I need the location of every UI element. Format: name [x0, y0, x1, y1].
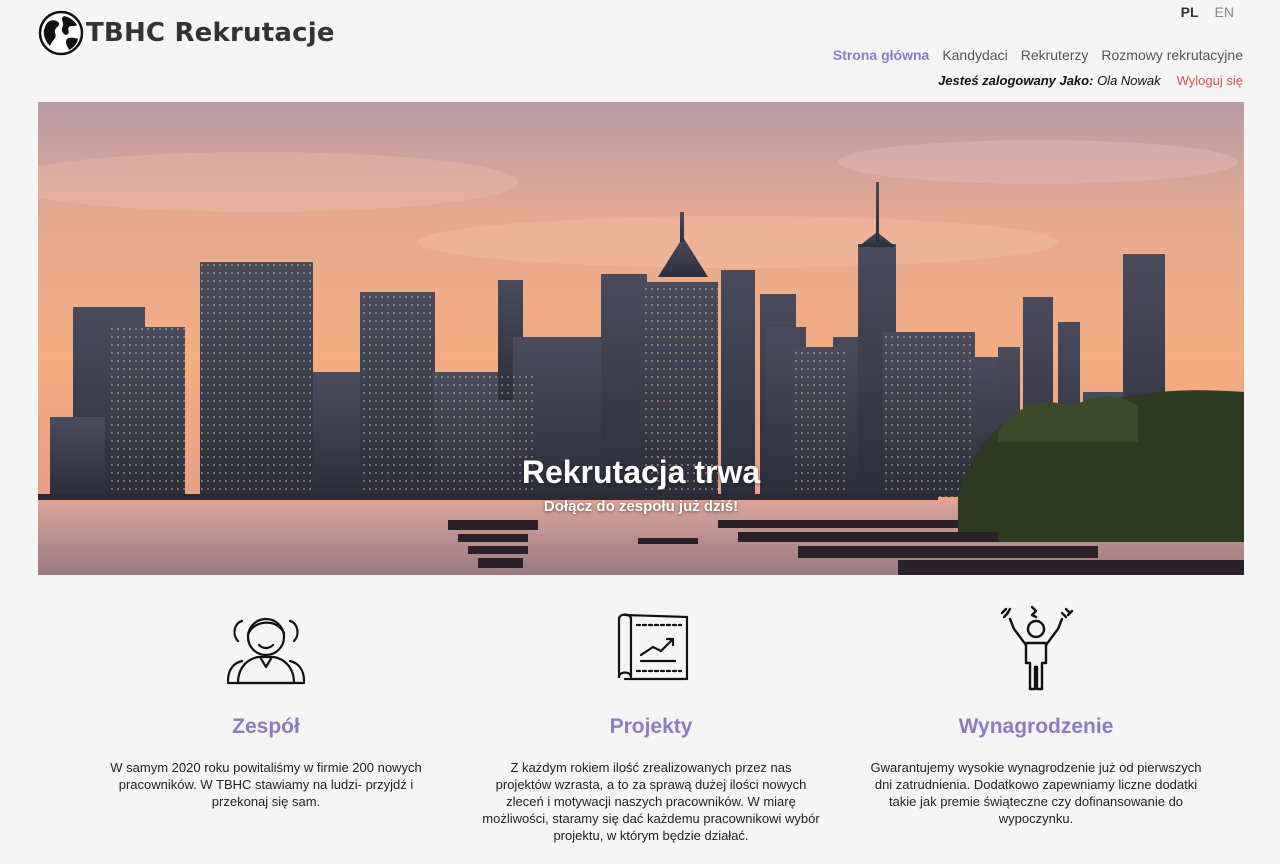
feature-projects-text: Z każdym rokiem ilość zrealizowanych prz…	[482, 760, 820, 843]
nav-recruiters[interactable]: Rekruterzy	[1021, 47, 1089, 63]
brand-name: TBHC Rekrutacje	[86, 18, 335, 48]
logged-in-prefix: Jesteś zalogowany Jako:	[938, 73, 1094, 88]
nav-interviews[interactable]: Rozmowy rekrutacyjne	[1101, 47, 1243, 63]
brand-logo[interactable]: TBHC Rekrutacje	[38, 10, 335, 56]
feature-projects: Projekty Z każdym rokiem ilość zrealizow…	[471, 605, 831, 844]
lang-pl[interactable]: PL	[1181, 4, 1199, 20]
globe-icon	[38, 10, 84, 56]
nav-candidates[interactable]: Kandydaci	[942, 47, 1007, 63]
feature-salary-title: Wynagrodzenie	[958, 715, 1114, 738]
projects-chart-icon	[617, 613, 689, 681]
feature-team: Zespół W samym 2020 roku powitaliśmy w f…	[86, 605, 446, 810]
language-switcher: PL EN	[1181, 4, 1234, 20]
feature-team-title: Zespół	[232, 715, 300, 738]
user-bar: Jesteś zalogowany Jako: Ola Nowak Wylogu…	[938, 73, 1243, 88]
feature-salary-text: Gwarantujemy wysokie wynagrodzenie już o…	[870, 760, 1202, 826]
team-icon	[226, 617, 306, 685]
nav-home[interactable]: Strona główna	[833, 47, 929, 63]
hero-banner: Rekrutacja trwa Dołącz do zespołu już dz…	[38, 102, 1244, 575]
feature-salary: Wynagrodzenie Gwarantujemy wysokie wynag…	[856, 605, 1216, 827]
happy-person-icon	[1000, 605, 1074, 691]
hero-subtitle: Dołącz do zespołu już dziś!	[543, 498, 739, 515]
feature-team-text: W samym 2020 roku powitaliśmy w firmie 2…	[110, 760, 422, 809]
main-nav: Strona główna Kandydaci Rekruterzy Rozmo…	[833, 47, 1243, 63]
lang-en[interactable]: EN	[1215, 4, 1234, 20]
hero-title: Rekrutacja trwa	[521, 454, 761, 490]
logout-link[interactable]: Wyloguj się	[1177, 73, 1243, 88]
feature-projects-title: Projekty	[609, 715, 693, 738]
user-name: Ola Nowak	[1097, 73, 1161, 88]
logged-in-info: Jesteś zalogowany Jako: Ola Nowak	[938, 73, 1161, 88]
